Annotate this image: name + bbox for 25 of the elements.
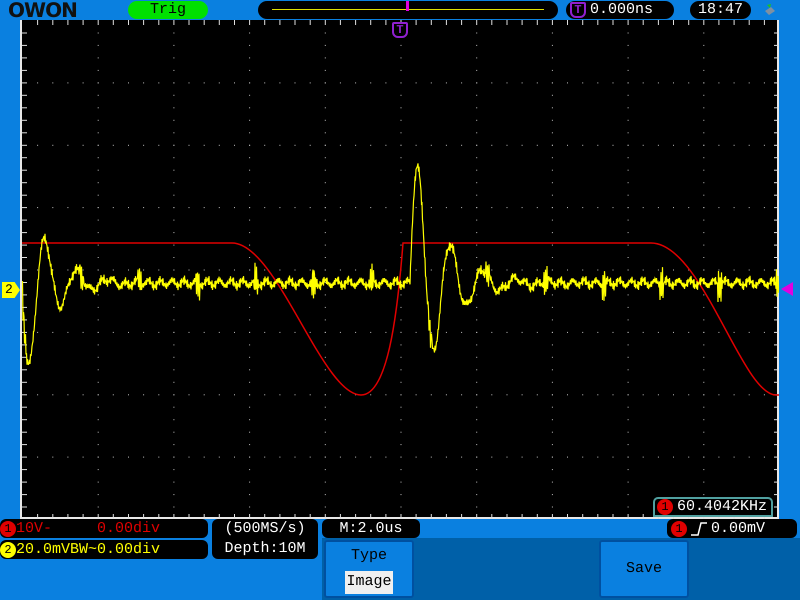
trigger-marker-icon: T	[570, 2, 586, 18]
channel-badge: 1	[656, 499, 673, 515]
channel-badge: 1	[671, 520, 687, 536]
sample-rate: (500MS/s)	[223, 519, 306, 539]
channel-badge: 2	[0, 542, 16, 558]
save-button[interactable]: Save	[599, 540, 689, 598]
timebase-readout: M:2.0us	[322, 519, 420, 538]
channel-offset: 0.00div	[97, 540, 160, 559]
usb-drive-icon	[763, 3, 778, 17]
trigger-level-marker-icon	[781, 282, 793, 296]
channel-marker: 2	[2, 282, 20, 298]
trigger-level: 0.00mV	[711, 519, 766, 538]
trigger-delay: 0.000ns	[590, 1, 654, 19]
menu-option-button[interactable]: Type Image	[324, 540, 414, 598]
channel-scale: 10V-	[16, 519, 54, 538]
channel-offset: 0.00div	[97, 519, 160, 538]
channel-badge: 1	[0, 520, 16, 536]
clock: 18:47	[690, 1, 752, 19]
brand-logo: OWON	[8, 0, 78, 20]
rising-edge-icon	[691, 522, 707, 536]
trigger-status: Trig	[128, 1, 208, 19]
memory-depth: Depth:10M	[223, 539, 306, 559]
frequency-value: 60.4042KHz	[676, 499, 767, 515]
trigger-position-marker: T	[392, 22, 408, 38]
channel-scale: 20.0mVBW~	[16, 540, 97, 559]
